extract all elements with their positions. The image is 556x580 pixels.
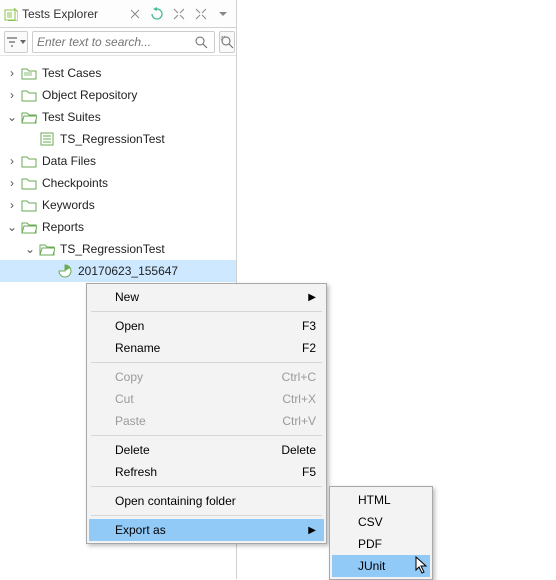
menu-separator xyxy=(91,486,322,487)
folder-icon xyxy=(20,87,38,103)
chevron-down-icon[interactable]: ⌄ xyxy=(4,110,20,124)
context-menu: New ▶ Open F3 Rename F2 Copy Ctrl+C Cut Ctrl+… xyxy=(86,283,327,544)
folder-open-icon xyxy=(20,109,38,125)
menu-item-new[interactable]: New ▶ xyxy=(89,286,324,308)
tree-item-label: Test Cases xyxy=(38,66,101,80)
search-box[interactable] xyxy=(32,31,215,53)
menu-item-refresh[interactable]: Refresh F5 xyxy=(89,461,324,483)
tree-item-label: Data Files xyxy=(38,154,96,168)
folder-icon xyxy=(20,197,38,213)
refresh-icon[interactable] xyxy=(148,5,166,23)
chevron-down-icon[interactable]: ⌄ xyxy=(22,242,38,256)
collapse-all-icon[interactable] xyxy=(170,5,188,23)
menu-item-copy: Copy Ctrl+C xyxy=(89,366,324,388)
export-submenu: HTML CSV PDF JUnit xyxy=(329,486,433,580)
submenu-item-html[interactable]: HTML xyxy=(332,489,430,511)
tree-item-label: Keywords xyxy=(38,198,95,212)
tree-item-label: Reports xyxy=(38,220,84,234)
filter-button[interactable] xyxy=(4,31,28,53)
tree-item-label: TS_RegressionTest xyxy=(56,132,165,146)
tree-item-test-cases[interactable]: › Test Cases xyxy=(0,62,236,84)
menu-item-rename[interactable]: Rename F2 xyxy=(89,337,324,359)
menu-shortcut: F3 xyxy=(286,319,316,333)
menu-item-label: Open containing folder xyxy=(115,494,236,508)
tree-item-label: Checkpoints xyxy=(38,176,108,190)
tree-item-object-repository[interactable]: › Object Repository xyxy=(0,84,236,106)
tree-item-reports[interactable]: ⌄ Reports xyxy=(0,216,236,238)
tree-item-label: TS_RegressionTest xyxy=(56,242,165,256)
menu-separator xyxy=(91,311,322,312)
chevron-right-icon[interactable]: › xyxy=(4,176,20,190)
submenu-item-csv[interactable]: CSV xyxy=(332,511,430,533)
panel-titlebar: Tests Explorer xyxy=(0,0,236,28)
tree-item-ts-regressiontest-suite[interactable]: TS_RegressionTest xyxy=(0,128,236,150)
menu-item-label: CSV xyxy=(358,515,383,529)
menu-separator xyxy=(91,435,322,436)
tree-item-ts-regressiontest-report[interactable]: ⌄ TS_RegressionTest xyxy=(0,238,236,260)
tree-item-label: Object Repository xyxy=(38,88,137,102)
chevron-right-icon[interactable]: › xyxy=(4,154,20,168)
menu-item-open-containing-folder[interactable]: Open containing folder xyxy=(89,490,324,512)
tree-item-label: Test Suites xyxy=(38,110,101,124)
menu-item-cut: Cut Ctrl+X xyxy=(89,388,324,410)
chevron-right-icon[interactable]: › xyxy=(4,198,20,212)
search-icon[interactable] xyxy=(194,35,210,49)
menu-item-label: JUnit xyxy=(358,559,385,573)
folder-icon xyxy=(20,175,38,191)
menu-item-label: Copy xyxy=(115,370,143,384)
menu-item-label: HTML xyxy=(358,493,391,507)
tree-item-checkpoints[interactable]: › Checkpoints xyxy=(0,172,236,194)
menu-item-label: Paste xyxy=(115,414,146,428)
menu-item-label: Open xyxy=(115,319,144,333)
expand-all-icon[interactable] xyxy=(192,5,210,23)
submenu-arrow-icon: ▶ xyxy=(300,292,316,303)
submenu-item-pdf[interactable]: PDF xyxy=(332,533,430,555)
tree-item-report-entry[interactable]: 20170623_155647 xyxy=(0,260,236,282)
menu-item-open[interactable]: Open F3 xyxy=(89,315,324,337)
menu-item-label: Export as xyxy=(115,523,166,537)
tree-item-label: 20170623_155647 xyxy=(74,264,178,278)
menu-item-label: New xyxy=(115,290,139,304)
chevron-right-icon[interactable]: › xyxy=(4,66,20,80)
link-with-editor-icon[interactable] xyxy=(126,5,144,23)
menu-shortcut: F2 xyxy=(286,341,316,355)
submenu-item-junit[interactable]: JUnit xyxy=(332,555,430,577)
tree-item-data-files[interactable]: › Data Files xyxy=(0,150,236,172)
menu-shortcut: Ctrl+X xyxy=(266,392,316,406)
menu-item-label: Refresh xyxy=(115,465,157,479)
menu-item-label: Rename xyxy=(115,341,160,355)
view-menu-icon[interactable] xyxy=(214,5,232,23)
app-icon xyxy=(4,7,18,21)
menu-item-label: Cut xyxy=(115,392,134,406)
menu-item-label: PDF xyxy=(358,537,382,551)
menu-item-label: Delete xyxy=(115,443,150,457)
testsuite-icon xyxy=(38,131,56,147)
panel-title: Tests Explorer xyxy=(18,7,126,21)
report-icon xyxy=(56,263,74,279)
menu-shortcut: Ctrl+C xyxy=(266,370,316,384)
search-toolbar xyxy=(0,28,236,56)
folder-open-icon xyxy=(38,241,56,257)
menu-shortcut: F5 xyxy=(286,465,316,479)
menu-shortcut: Delete xyxy=(265,443,316,457)
search-input[interactable] xyxy=(37,35,194,49)
menu-item-delete[interactable]: Delete Delete xyxy=(89,439,324,461)
menu-item-export-as[interactable]: Export as ▶ xyxy=(89,519,324,541)
chevron-down-icon[interactable]: ⌄ xyxy=(4,220,20,234)
chevron-right-icon[interactable]: › xyxy=(4,88,20,102)
tree-item-test-suites[interactable]: ⌄ Test Suites xyxy=(0,106,236,128)
tree-item-keywords[interactable]: › Keywords xyxy=(0,194,236,216)
menu-separator xyxy=(91,362,322,363)
menu-separator xyxy=(91,515,322,516)
menu-item-paste: Paste Ctrl+V xyxy=(89,410,324,432)
submenu-arrow-icon: ▶ xyxy=(300,525,316,536)
folder-icon xyxy=(20,153,38,169)
folder-icon xyxy=(20,65,38,81)
advanced-search-button[interactable] xyxy=(219,31,235,53)
folder-open-icon xyxy=(20,219,38,235)
menu-shortcut: Ctrl+V xyxy=(266,414,316,428)
